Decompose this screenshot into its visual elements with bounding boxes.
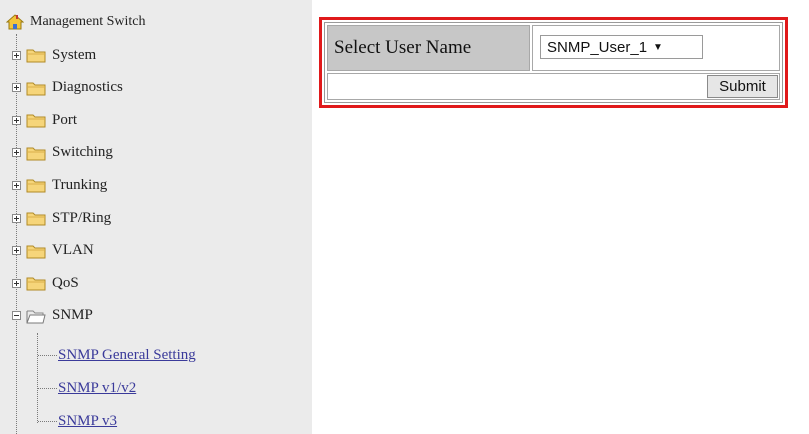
expand-icon[interactable] xyxy=(12,180,21,190)
tree-folder-label: System xyxy=(52,46,97,63)
leaf-connector xyxy=(38,388,57,389)
snmp-v1-v2-link[interactable]: SNMP v1/v2 xyxy=(58,377,136,399)
folder-icon xyxy=(26,177,46,193)
tree-folder-label: QoS xyxy=(52,274,79,291)
tree-folder-diagnostics[interactable]: Diagnostics xyxy=(12,77,123,99)
folder-icon xyxy=(26,145,46,161)
snmp-v3-link[interactable]: SNMP v3 xyxy=(58,410,117,432)
tree-folder-qos[interactable]: QoS xyxy=(12,272,79,294)
select-user-name-cell: SNMP_User_1 ▼ xyxy=(532,25,780,71)
tree-folder-system[interactable]: System xyxy=(12,44,96,66)
tree-folder-label: Port xyxy=(52,111,78,128)
expand-icon[interactable] xyxy=(12,148,21,158)
dropdown-arrow-icon: ▼ xyxy=(653,41,663,53)
expand-icon[interactable] xyxy=(12,213,21,223)
tree-folder-label: STP/Ring xyxy=(52,209,112,226)
leaf-connector xyxy=(38,421,57,422)
user-name-dropdown[interactable]: SNMP_User_1 ▼ xyxy=(540,35,703,59)
folder-icon xyxy=(26,47,46,63)
folder-open-icon xyxy=(26,308,46,324)
tree-folder-trunking[interactable]: Trunking xyxy=(12,174,107,196)
management-switch-icon xyxy=(6,14,24,30)
tree-folder-snmp[interactable]: SNMP xyxy=(12,305,93,327)
tree-folder-label: SNMP xyxy=(52,307,93,324)
expand-icon[interactable] xyxy=(12,246,21,256)
expand-icon[interactable] xyxy=(12,83,21,93)
folder-icon xyxy=(26,80,46,96)
folder-icon xyxy=(26,275,46,291)
folder-icon xyxy=(26,112,46,128)
tree-folder-label: Trunking xyxy=(52,176,108,193)
leaf-connector xyxy=(38,355,57,356)
folder-icon xyxy=(26,243,46,259)
user-select-form: Select User Name SNMP_User_1 ▼ Submit xyxy=(324,22,783,103)
submit-row: Submit xyxy=(327,73,780,100)
tree-folder-label: VLAN xyxy=(52,242,94,259)
tree-folder-label: Switching xyxy=(52,144,113,161)
tree-folder-label: Diagnostics xyxy=(52,79,123,96)
user-select-form-highlight: Select User Name SNMP_User_1 ▼ Submit xyxy=(319,17,788,108)
snmp-general-setting-link[interactable]: SNMP General Setting xyxy=(58,344,196,366)
tree-root-label: Management Switch xyxy=(30,14,146,29)
folder-icon xyxy=(26,210,46,226)
submit-button[interactable]: Submit xyxy=(707,75,778,98)
expand-icon[interactable] xyxy=(12,50,21,60)
tree-folder-stp-ring[interactable]: STP/Ring xyxy=(12,207,111,229)
tree-folder-vlan[interactable]: VLAN xyxy=(12,240,94,262)
snmp-connector xyxy=(37,333,38,423)
collapse-icon[interactable] xyxy=(12,311,21,321)
expand-icon[interactable] xyxy=(12,115,21,125)
navigation-tree: Management Switch System Diagnostics Port S… xyxy=(0,0,312,434)
tree-folder-port[interactable]: Port xyxy=(12,109,77,131)
expand-icon[interactable] xyxy=(12,278,21,288)
user-name-dropdown-value: SNMP_User_1 xyxy=(547,38,648,56)
select-user-name-label: Select User Name xyxy=(327,25,530,71)
tree-root[interactable]: Management Switch xyxy=(6,12,145,32)
tree-folder-switching[interactable]: Switching xyxy=(12,142,113,164)
